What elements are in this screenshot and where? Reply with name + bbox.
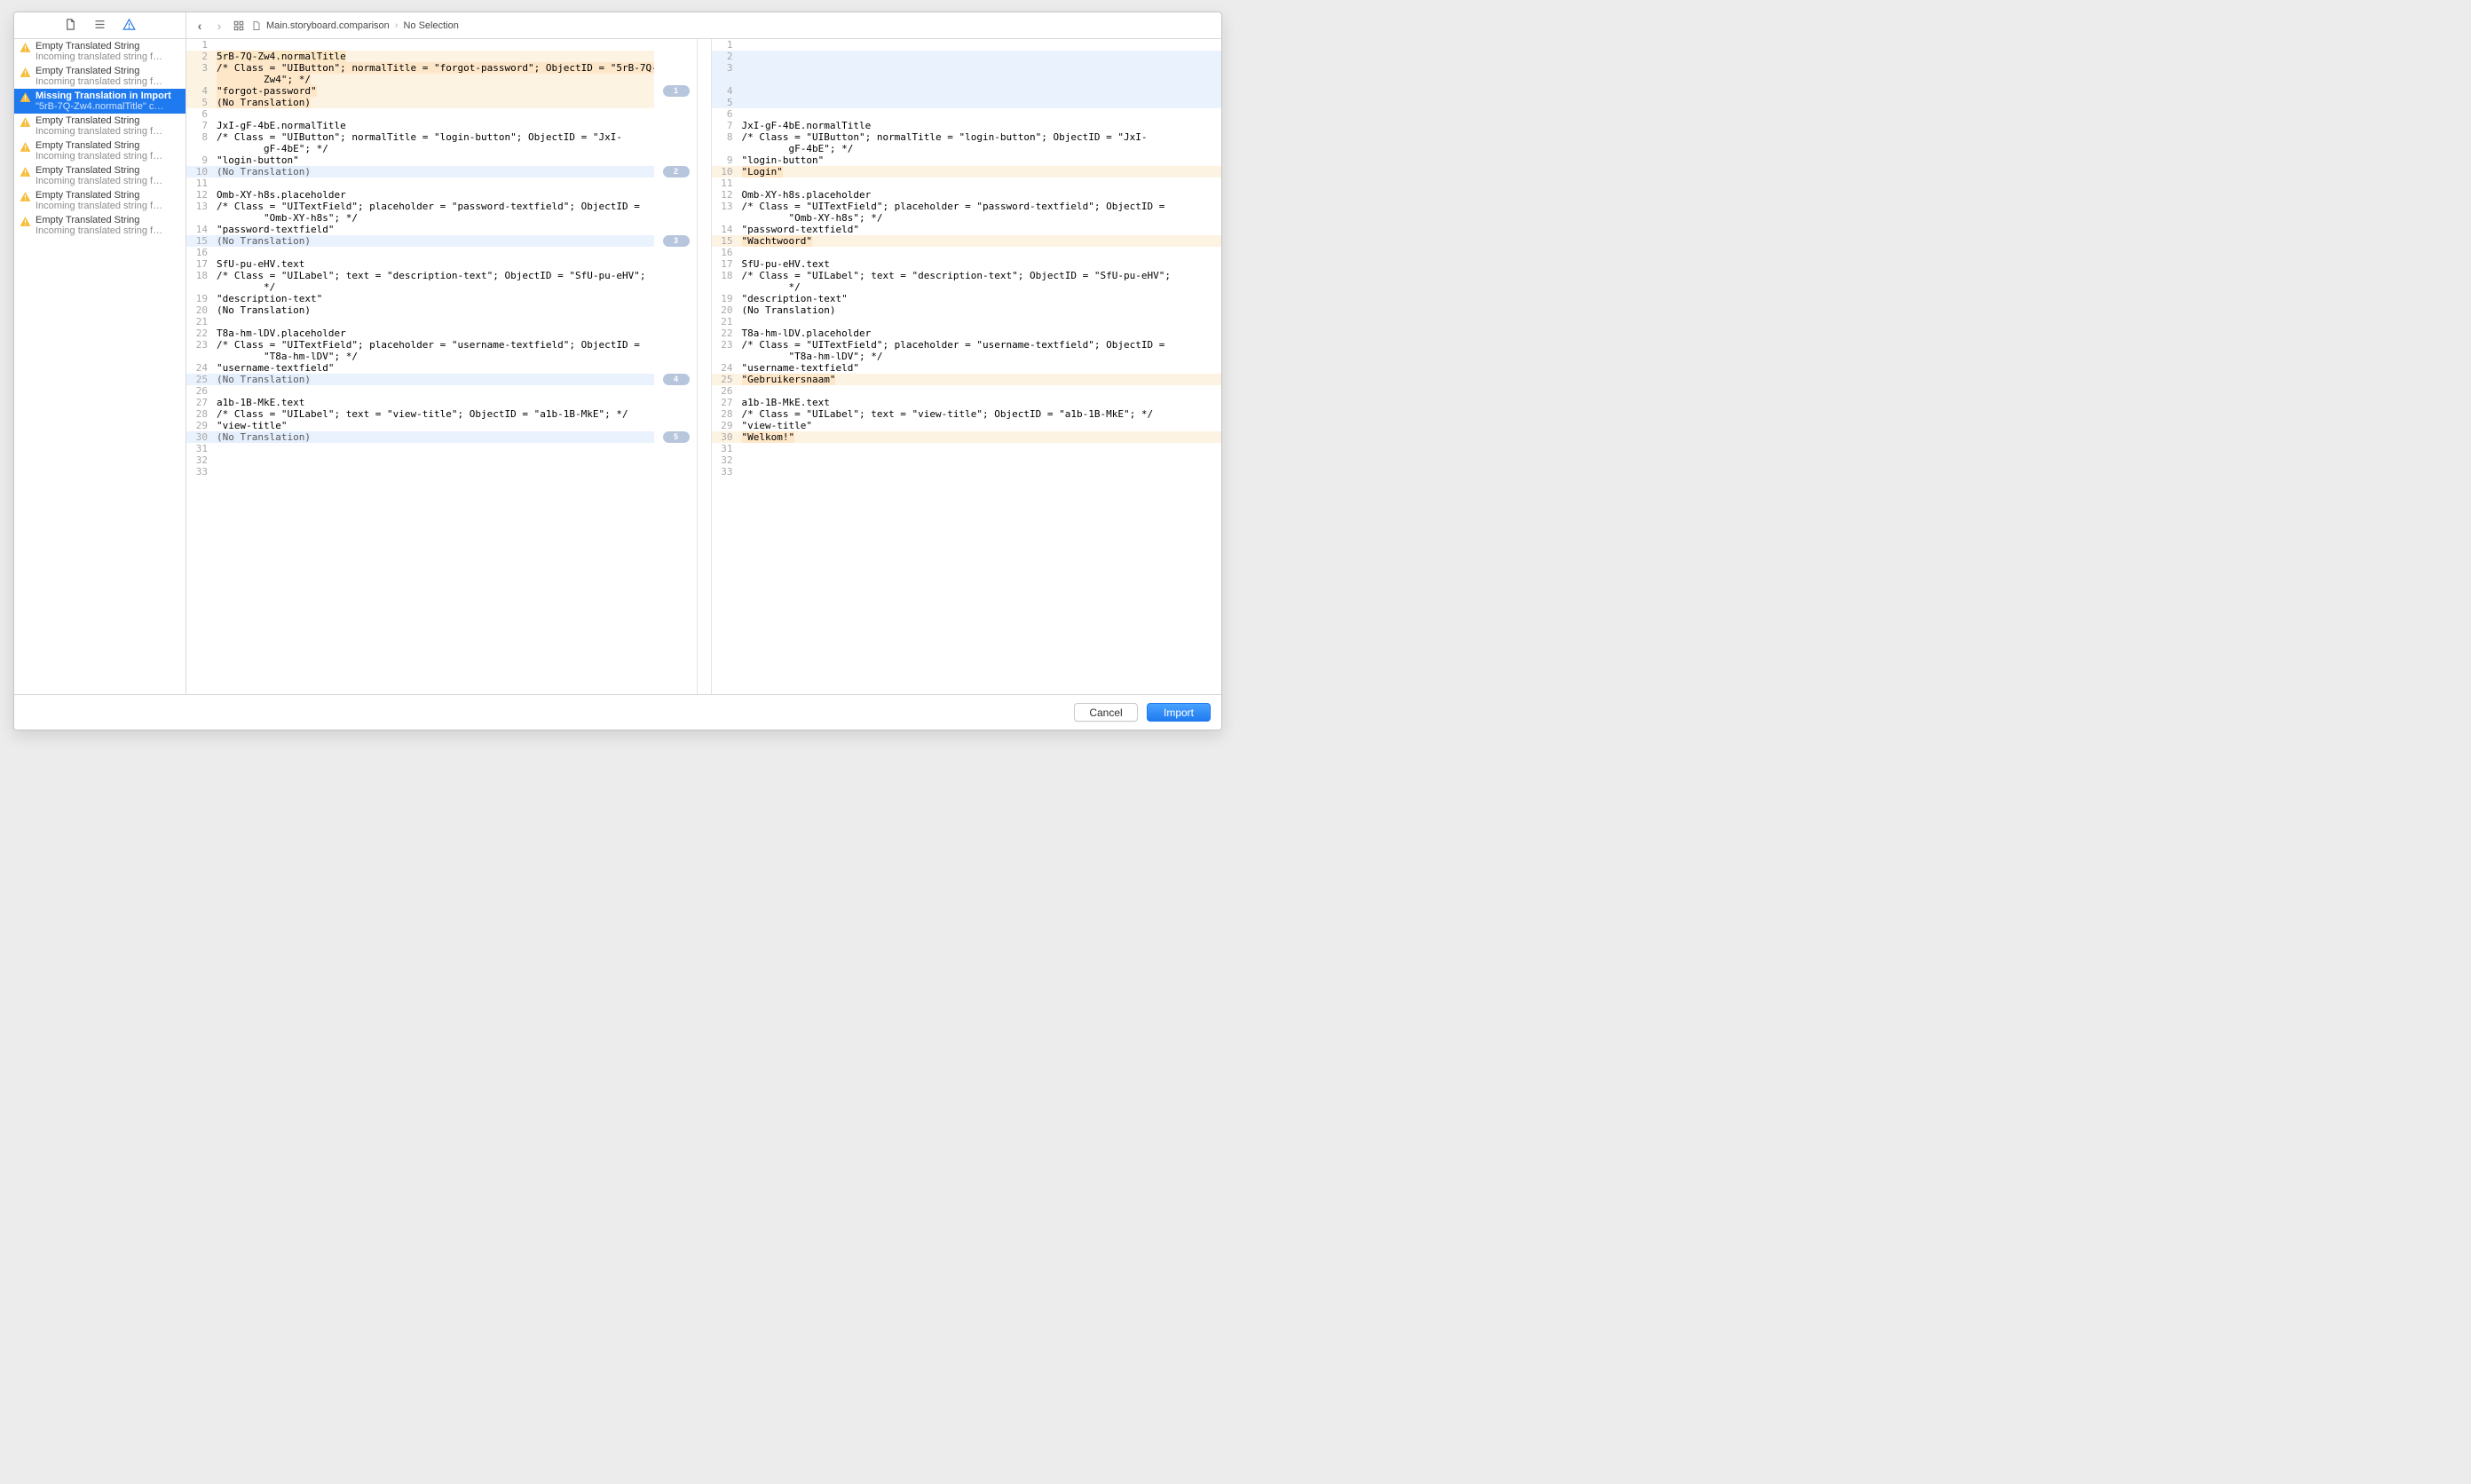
warning-icon (20, 216, 32, 230)
sidebar-item-title: Empty Translated String (36, 215, 182, 225)
sidebar-item-text: Empty Translated StringIncoming translat… (36, 115, 182, 137)
warning-icon (20, 191, 32, 205)
diff-badge-column: 1 2 3 4 5 (654, 39, 697, 694)
diff-panes: 1 2 3 4 5 6 7 8 9 10 11 12 13 (186, 39, 1221, 694)
sidebar-item-subtitle: Incoming translated string f… (36, 51, 182, 62)
sidebar-item-text: Missing Translation in Import"5rB-7Q-Zw4… (36, 91, 182, 112)
crumb-tail[interactable]: No Selection (403, 20, 458, 31)
warning-icon (20, 91, 32, 106)
sidebar-item-text: Empty Translated StringIncoming translat… (36, 140, 182, 162)
sidebar-item-title: Empty Translated String (36, 66, 182, 76)
sidebar-item-subtitle: Incoming translated string f… (36, 201, 182, 211)
crumb-separator: › (393, 20, 400, 31)
import-window: Empty Translated StringIncoming translat… (13, 12, 1222, 730)
diff-badge-3[interactable]: 3 (663, 235, 690, 247)
sidebar-issue-item[interactable]: Empty Translated StringIncoming translat… (14, 213, 186, 238)
sidebar-item-title: Empty Translated String (36, 190, 182, 201)
sidebar-item-title: Empty Translated String (36, 165, 182, 176)
sidebar-item-title: Empty Translated String (36, 115, 182, 126)
sidebar-item-subtitle: Incoming translated string f… (36, 126, 182, 137)
pane-separator (697, 39, 712, 694)
sidebar-issue-item[interactable]: Empty Translated StringIncoming translat… (14, 114, 186, 138)
warning-icon (20, 67, 32, 81)
jump-bar[interactable]: ‹ › Main.storyboard.comparison › No Sele… (186, 12, 1221, 39)
sidebar-item-text: Empty Translated StringIncoming translat… (36, 66, 182, 87)
nav-forward-button[interactable]: › (211, 18, 227, 34)
list-tab-icon[interactable] (93, 18, 107, 34)
warning-icon (20, 116, 32, 130)
crumb-file[interactable]: Main.storyboard.comparison (266, 20, 390, 31)
related-items-icon[interactable] (231, 18, 247, 34)
sidebar-item-subtitle: "5rB-7Q-Zw4.normalTitle" c… (36, 101, 182, 112)
nav-back-button[interactable]: ‹ (192, 18, 208, 34)
sidebar-tabs (14, 12, 186, 39)
sidebar-issue-item[interactable]: Empty Translated StringIncoming translat… (14, 64, 186, 89)
sidebar-issue-item[interactable]: Empty Translated StringIncoming translat… (14, 188, 186, 213)
sidebar-issue-item[interactable]: Empty Translated StringIncoming translat… (14, 163, 186, 188)
left-gutter: 1 2 3 4 5 6 7 8 9 10 11 12 13 (186, 39, 213, 694)
issues-tab-icon[interactable] (122, 18, 136, 34)
warning-icon (20, 42, 32, 56)
diff-badge-4[interactable]: 4 (663, 374, 690, 385)
content-row: Empty Translated StringIncoming translat… (14, 12, 1221, 694)
right-gutter: 1 2 3 4 5 6 7 8 9 10 11 12 13 (712, 39, 738, 694)
cancel-button[interactable]: Cancel (1074, 703, 1138, 722)
sidebar-issue-item[interactable]: Empty Translated StringIncoming translat… (14, 39, 186, 64)
left-pane: 1 2 3 4 5 6 7 8 9 10 11 12 13 (186, 39, 697, 694)
file-icon (250, 20, 263, 32)
sidebar-item-text: Empty Translated StringIncoming translat… (36, 41, 182, 62)
sidebar-item-title: Empty Translated String (36, 140, 182, 151)
sidebar-item-subtitle: Incoming translated string f… (36, 76, 182, 87)
diff-badge-5[interactable]: 5 (663, 431, 690, 443)
right-pane: 1 2 3 4 5 6 7 8 9 10 11 12 13 (712, 39, 1222, 694)
sidebar-item-title: Empty Translated String (36, 41, 182, 51)
sidebar-issue-item[interactable]: Missing Translation in Import"5rB-7Q-Zw4… (14, 89, 186, 114)
sidebar-issue-item[interactable]: Empty Translated StringIncoming translat… (14, 138, 186, 163)
editor-area: ‹ › Main.storyboard.comparison › No Sele… (186, 12, 1221, 694)
sidebar-issues-list: Empty Translated StringIncoming translat… (14, 39, 186, 694)
import-button[interactable]: Import (1147, 703, 1211, 722)
sidebar: Empty Translated StringIncoming translat… (14, 12, 186, 694)
file-tab-icon[interactable] (64, 18, 77, 34)
sidebar-item-text: Empty Translated StringIncoming translat… (36, 165, 182, 186)
sidebar-item-text: Empty Translated StringIncoming translat… (36, 190, 182, 211)
left-code[interactable]: 5rB-7Q-Zw4.normalTitle /* Class = "UIBut… (213, 39, 654, 694)
sidebar-item-title: Missing Translation in Import (36, 91, 182, 101)
sidebar-item-subtitle: Incoming translated string f… (36, 225, 182, 236)
warning-icon (20, 166, 32, 180)
diff-badge-2[interactable]: 2 (663, 166, 690, 178)
right-code[interactable]: JxI-gF-4bE.normalTitle /* Class = "UIBut… (738, 39, 1222, 694)
bottom-bar: Cancel Import (14, 694, 1221, 730)
sidebar-item-text: Empty Translated StringIncoming translat… (36, 215, 182, 236)
warning-icon (20, 141, 32, 155)
sidebar-item-subtitle: Incoming translated string f… (36, 151, 182, 162)
sidebar-item-subtitle: Incoming translated string f… (36, 176, 182, 186)
diff-badge-1[interactable]: 1 (663, 85, 690, 97)
